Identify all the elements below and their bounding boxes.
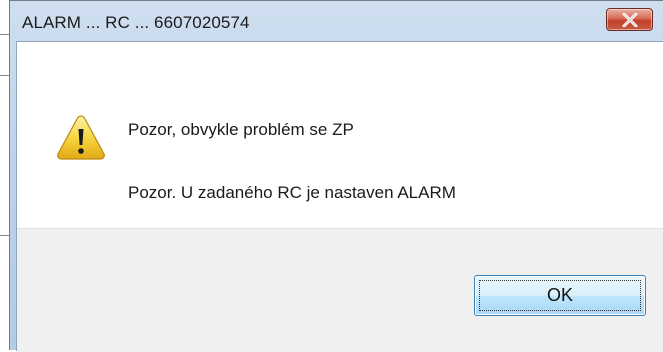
close-button[interactable]	[606, 8, 653, 31]
background-window-edge	[0, 0, 9, 350]
ok-button-label: OK	[546, 285, 573, 305]
dialog-client-area: Pozor, obvykle problém se ZP Pozor. U za…	[16, 41, 663, 352]
background-divider	[0, 34, 9, 35]
button-bar: OK	[17, 228, 663, 352]
message-area: Pozor, obvykle problém se ZP Pozor. U za…	[17, 42, 663, 228]
ok-button[interactable]: OK	[474, 275, 646, 316]
alarm-dialog: ALARM ... RC ... 6607020574 Pozor, obvyk…	[9, 0, 663, 352]
message-line: Pozor. U zadaného RC je nastaven ALARM	[128, 183, 456, 202]
warning-icon	[57, 115, 105, 160]
close-icon	[622, 13, 638, 27]
dialog-title: ALARM ... RC ... 6607020574	[22, 13, 250, 32]
background-divider	[0, 75, 9, 76]
background-divider	[0, 235, 9, 236]
message-line: Pozor, obvykle problém se ZP	[128, 120, 354, 139]
title-bar[interactable]: ALARM ... RC ... 6607020574	[10, 1, 663, 45]
